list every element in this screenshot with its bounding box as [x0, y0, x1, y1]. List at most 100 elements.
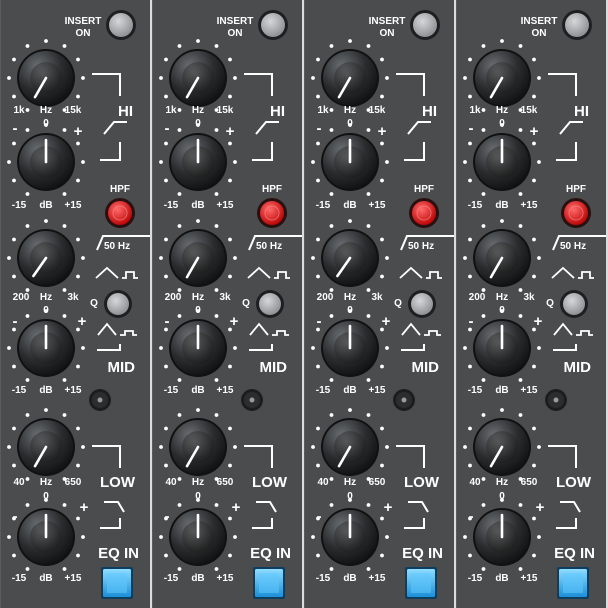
- panel-screw-icon: [241, 389, 263, 411]
- hpf-freq-label: 50 Hz: [104, 241, 130, 252]
- hi-freq-max-label: 15k: [369, 105, 386, 116]
- low-freq-unit-label: Hz: [496, 477, 508, 488]
- low-gain-plus-label: +: [80, 499, 89, 516]
- hi-gain-plus-label: +: [226, 123, 235, 140]
- low-gain-min-label: -15: [316, 573, 331, 584]
- hi-freq-min-label: 1k: [317, 105, 329, 116]
- hi-gain-plus-label: +: [378, 123, 387, 140]
- low-gain-max-label: +15: [369, 573, 386, 584]
- low-freq-min-label: 40: [165, 477, 177, 488]
- mid-band-label: MID: [564, 359, 592, 376]
- q-button[interactable]: [560, 290, 588, 318]
- low-freq-max-label: 650: [369, 477, 386, 488]
- q-label: Q: [394, 298, 402, 309]
- hpf-freq-label: 50 Hz: [408, 241, 434, 252]
- hi-band-label: HI: [574, 103, 589, 120]
- low-freq-unit-label: Hz: [40, 477, 52, 488]
- q-button[interactable]: [104, 290, 132, 318]
- hpf-button[interactable]: [105, 198, 135, 228]
- mid-freq-unit-label: Hz: [496, 292, 508, 303]
- mid-freq-min-label: 200: [13, 292, 30, 303]
- hpf-button[interactable]: [409, 198, 439, 228]
- mid-gain-minus-label: -: [165, 313, 170, 330]
- panel-screw-icon: [393, 389, 415, 411]
- hi-freq-max-label: 15k: [217, 105, 234, 116]
- hi-freq-max-label: 15k: [521, 105, 538, 116]
- mid-freq-unit-label: Hz: [344, 292, 356, 303]
- mid-gain-min-label: -15: [12, 385, 27, 396]
- insert-on-button[interactable]: [258, 10, 288, 40]
- hi-gain-zero-label: 0: [43, 118, 49, 129]
- mid-gain-minus-label: -: [317, 313, 322, 330]
- channel-strip-3: INSERTON 1k Hz 15k HI- 0 +-15 dB +15HPF …: [304, 0, 456, 608]
- hi-gain-min-label: -15: [316, 200, 331, 211]
- eq-in-button[interactable]: [253, 567, 285, 599]
- hpf-button[interactable]: [561, 198, 591, 228]
- eq-in-button[interactable]: [405, 567, 437, 599]
- hi-freq-min-label: 1k: [165, 105, 177, 116]
- hi-gain-min-label: -15: [164, 200, 179, 211]
- eq-in-button[interactable]: [101, 567, 133, 599]
- hi-gain-max-label: +15: [65, 200, 82, 211]
- insert-label: INSERT: [521, 16, 558, 27]
- low-gain-unit-label: dB: [343, 573, 356, 584]
- channel-strip-1: INSERTON 1k Hz 15k HI- 0 +-15 dB +15HPF …: [0, 0, 152, 608]
- mid-gain-unit-label: dB: [191, 385, 204, 396]
- hi-gain-max-label: +15: [521, 200, 538, 211]
- mid-band-label: MID: [412, 359, 440, 376]
- low-band-label: LOW: [404, 474, 440, 491]
- low-gain-min-label: -15: [164, 573, 179, 584]
- insert-on-label: ON: [76, 28, 91, 39]
- low-gain-unit-label: dB: [191, 573, 204, 584]
- low-gain-plus-label: +: [536, 499, 545, 516]
- hi-gain-unit-label: dB: [495, 200, 508, 211]
- mid-gain-minus-label: -: [13, 313, 18, 330]
- low-gain-max-label: +15: [65, 573, 82, 584]
- hi-band-label: HI: [270, 103, 285, 120]
- hpf-label: HPF: [110, 184, 130, 195]
- channel-strip-4: INSERTON 1k Hz 15k HI- 0 +-15 dB +15HPF …: [456, 0, 608, 608]
- hi-gain-unit-label: dB: [191, 200, 204, 211]
- mid-band-label: MID: [108, 359, 136, 376]
- mid-gain-zero-label: 0: [347, 305, 353, 316]
- hi-freq-unit-label: Hz: [496, 105, 508, 116]
- hpf-button[interactable]: [257, 198, 287, 228]
- insert-on-button[interactable]: [562, 10, 592, 40]
- eq-in-label: EQ IN: [98, 545, 139, 562]
- low-gain-minus-label: -: [165, 508, 170, 525]
- insert-on-label: ON: [380, 28, 395, 39]
- mid-gain-zero-label: 0: [43, 305, 49, 316]
- mid-freq-max-label: 3k: [219, 292, 231, 303]
- eq-in-label: EQ IN: [402, 545, 443, 562]
- mid-freq-max-label: 3k: [371, 292, 383, 303]
- eq-in-label: EQ IN: [554, 545, 595, 562]
- hi-freq-unit-label: Hz: [344, 105, 356, 116]
- low-gain-min-label: -15: [12, 573, 27, 584]
- hi-gain-max-label: +15: [217, 200, 234, 211]
- q-button[interactable]: [256, 290, 284, 318]
- mid-gain-plus-label: +: [78, 313, 87, 330]
- mid-gain-max-label: +15: [65, 385, 82, 396]
- eq-in-button[interactable]: [557, 567, 589, 599]
- mid-band-label: MID: [260, 359, 288, 376]
- hi-gain-zero-label: 0: [195, 118, 201, 129]
- low-freq-unit-label: Hz: [344, 477, 356, 488]
- q-button[interactable]: [408, 290, 436, 318]
- low-freq-max-label: 650: [521, 477, 538, 488]
- hi-gain-plus-label: +: [74, 123, 83, 140]
- hi-gain-zero-label: 0: [347, 118, 353, 129]
- low-gain-plus-label: +: [232, 499, 241, 516]
- hi-gain-zero-label: 0: [499, 118, 505, 129]
- low-band-label: LOW: [252, 474, 288, 491]
- panel-screw-icon: [545, 389, 567, 411]
- hpf-label: HPF: [414, 184, 434, 195]
- hi-freq-min-label: 1k: [13, 105, 25, 116]
- hpf-label: HPF: [262, 184, 282, 195]
- hpf-freq-label: 50 Hz: [560, 241, 586, 252]
- low-gain-unit-label: dB: [39, 573, 52, 584]
- low-gain-zero-label: 0: [499, 491, 505, 502]
- insert-on-button[interactable]: [106, 10, 136, 40]
- insert-on-button[interactable]: [410, 10, 440, 40]
- low-freq-max-label: 650: [217, 477, 234, 488]
- insert-on-label: ON: [228, 28, 243, 39]
